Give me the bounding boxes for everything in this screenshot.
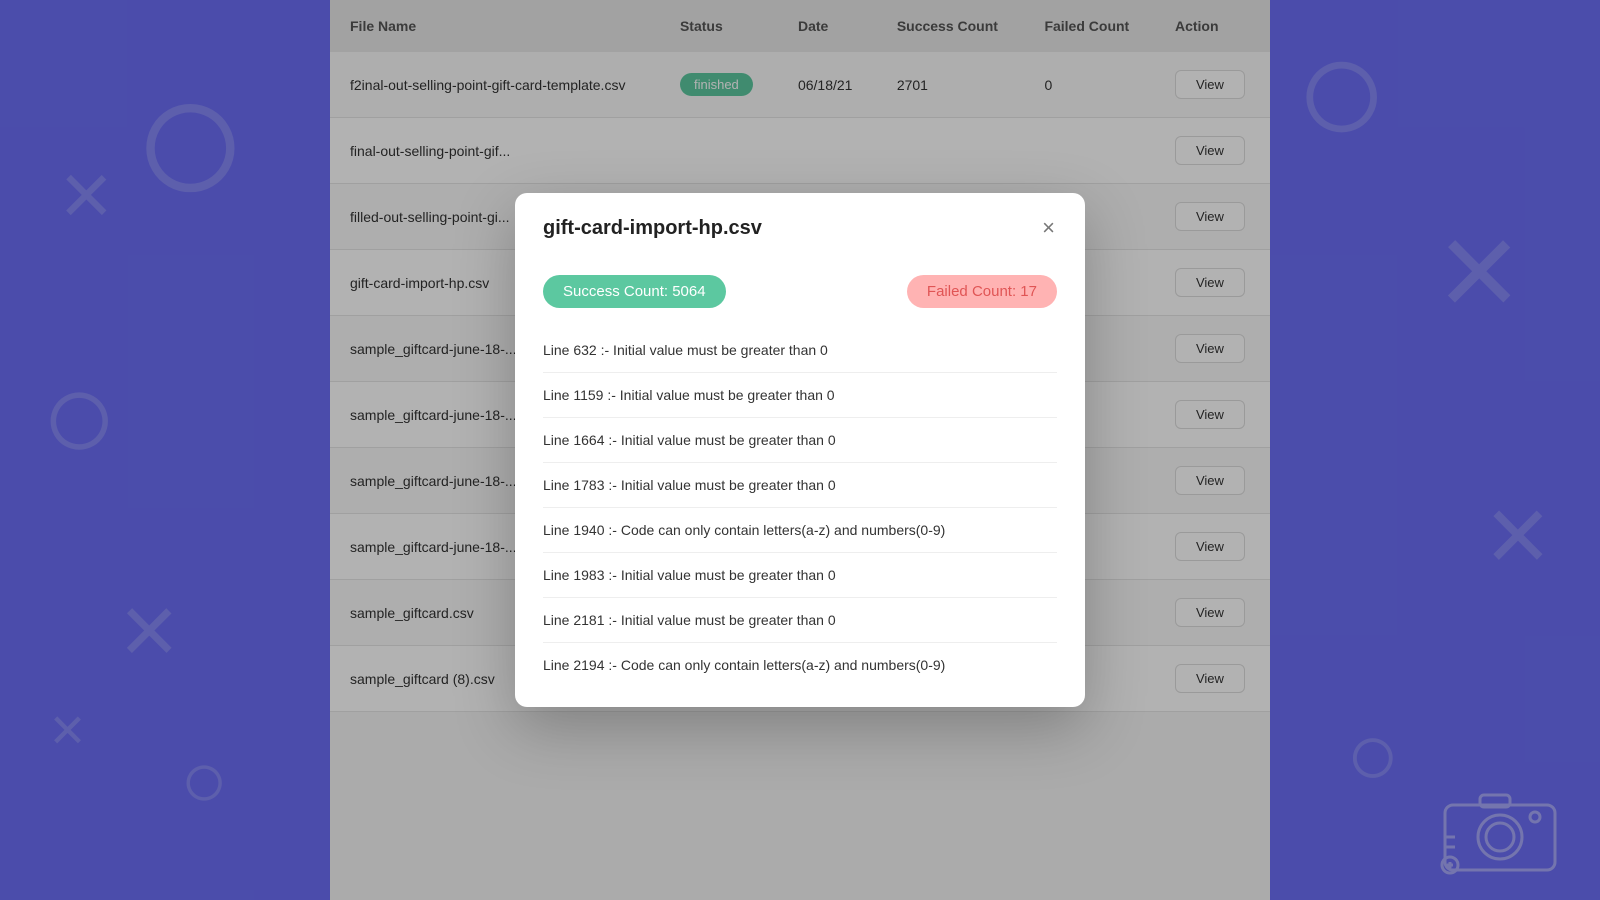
error-item: Line 632 :- Initial value must be greate… <box>543 328 1057 373</box>
success-count-badge: Success Count: 5064 <box>543 275 726 308</box>
error-item: Line 1783 :- Initial value must be great… <box>543 463 1057 508</box>
modal-header: gift-card-import-hp.csv × <box>515 193 1085 259</box>
modal-dialog: gift-card-import-hp.csv × Success Count:… <box>515 193 1085 707</box>
modal-overlay: gift-card-import-hp.csv × Success Count:… <box>0 0 1600 900</box>
modal-title: gift-card-import-hp.csv <box>543 217 762 240</box>
error-item: Line 1940 :- Code can only contain lette… <box>543 508 1057 553</box>
error-item: Line 1159 :- Initial value must be great… <box>543 373 1057 418</box>
error-item: Line 2181 :- Initial value must be great… <box>543 598 1057 643</box>
modal-body: Success Count: 5064 Failed Count: 17 Lin… <box>515 259 1085 707</box>
error-list: Line 632 :- Initial value must be greate… <box>543 328 1057 687</box>
modal-stats: Success Count: 5064 Failed Count: 17 <box>543 275 1057 308</box>
error-item: Line 2194 :- Code can only contain lette… <box>543 643 1057 687</box>
error-item: Line 1664 :- Initial value must be great… <box>543 418 1057 463</box>
failed-count-badge: Failed Count: 17 <box>907 275 1057 308</box>
error-item: Line 1983 :- Initial value must be great… <box>543 553 1057 598</box>
modal-close-button[interactable]: × <box>1040 215 1057 241</box>
